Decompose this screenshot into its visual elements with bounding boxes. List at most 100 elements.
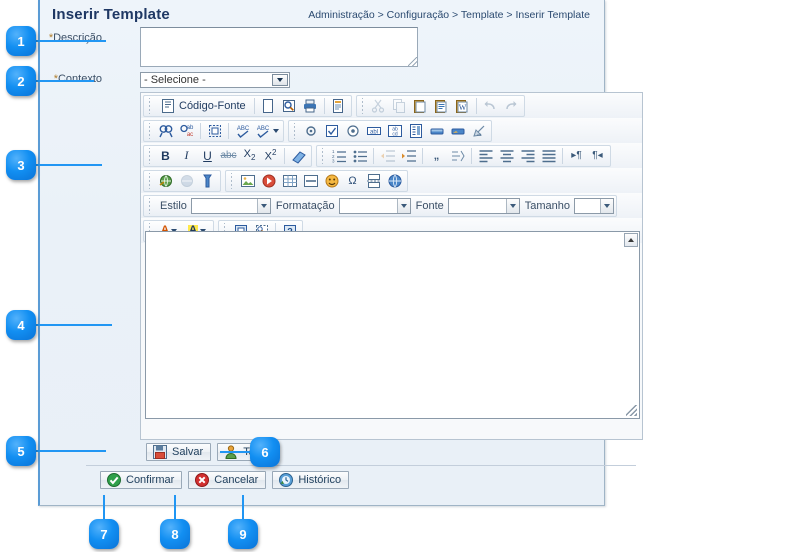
find-icon[interactable] bbox=[155, 121, 176, 141]
scroll-up-button[interactable] bbox=[624, 233, 638, 247]
toolbar-row-1: Código-Fonte W bbox=[141, 93, 642, 118]
preview-icon[interactable] bbox=[279, 96, 300, 116]
unlink-icon[interactable] bbox=[176, 171, 197, 191]
italic-icon[interactable]: I bbox=[176, 146, 197, 166]
paste-from-word-icon[interactable]: W bbox=[452, 96, 473, 116]
paste-icon[interactable] bbox=[410, 96, 431, 116]
redo-icon[interactable] bbox=[501, 96, 522, 116]
cancel-icon bbox=[194, 472, 210, 488]
special-char-icon[interactable]: Ω bbox=[342, 171, 363, 191]
select-all-icon[interactable] bbox=[204, 121, 225, 141]
checkbox-icon[interactable] bbox=[321, 121, 342, 141]
toolbar-group-1-1: Código-Fonte bbox=[143, 95, 352, 117]
hidden-field-icon[interactable]: cd bbox=[468, 121, 489, 141]
historico-button[interactable]: Histórico bbox=[272, 471, 349, 489]
indent-icon[interactable] bbox=[398, 146, 419, 166]
spellcheck-icon[interactable]: ABC bbox=[232, 121, 253, 141]
form-icon[interactable] bbox=[300, 121, 321, 141]
undo-icon[interactable] bbox=[480, 96, 501, 116]
align-right-icon[interactable] bbox=[517, 146, 538, 166]
align-center-icon[interactable] bbox=[496, 146, 517, 166]
textarea-icon[interactable]: abcd bbox=[384, 121, 405, 141]
cancelar-button-label: Cancelar bbox=[214, 474, 258, 486]
page-break-icon[interactable] bbox=[363, 171, 384, 191]
button-icon[interactable] bbox=[426, 121, 447, 141]
toolbar-group-4-2: Ω bbox=[225, 170, 408, 192]
drag-grip-icon[interactable] bbox=[228, 173, 235, 189]
outdent-icon[interactable] bbox=[377, 146, 398, 166]
drag-grip-icon[interactable] bbox=[146, 173, 153, 189]
replace-icon[interactable]: abac bbox=[176, 121, 197, 141]
drag-grip-icon[interactable] bbox=[146, 198, 153, 214]
salvar-button-label: Salvar bbox=[172, 446, 203, 458]
descricao-field[interactable] bbox=[140, 27, 418, 67]
print-icon[interactable] bbox=[300, 96, 321, 116]
chevron-down-icon[interactable] bbox=[506, 199, 519, 213]
strike-icon[interactable]: abc bbox=[218, 146, 239, 166]
new-page-icon[interactable] bbox=[258, 96, 279, 116]
size-combo[interactable] bbox=[574, 198, 614, 214]
table-icon[interactable] bbox=[279, 171, 300, 191]
font-combo[interactable] bbox=[448, 198, 520, 214]
iframe-icon[interactable] bbox=[384, 171, 405, 191]
style-combo[interactable] bbox=[191, 198, 271, 214]
numbered-list-icon[interactable]: 123 bbox=[328, 146, 349, 166]
callout-badge-1: 1 bbox=[6, 26, 36, 56]
select-field-icon[interactable] bbox=[405, 121, 426, 141]
paste-text-icon[interactable] bbox=[431, 96, 452, 116]
toolbar-separator bbox=[284, 148, 285, 164]
image-button-icon[interactable] bbox=[447, 121, 468, 141]
subscript-icon[interactable]: X2 bbox=[239, 146, 260, 166]
align-justify-icon[interactable] bbox=[538, 146, 559, 166]
text-direction-rtl-icon[interactable]: ¶◂ bbox=[587, 146, 608, 166]
svg-text:ac: ac bbox=[186, 132, 192, 138]
text-direction-ltr-icon[interactable]: ▸¶ bbox=[566, 146, 587, 166]
smiley-icon[interactable] bbox=[321, 171, 342, 191]
create-div-icon[interactable] bbox=[447, 146, 468, 166]
bulleted-list-icon[interactable] bbox=[349, 146, 370, 166]
radio-icon[interactable] bbox=[342, 121, 363, 141]
confirmar-button[interactable]: Confirmar bbox=[100, 471, 182, 489]
toolbar-row-4: Ω bbox=[141, 168, 642, 193]
callout-badge-2: 2 bbox=[6, 66, 36, 96]
chevron-down-icon[interactable] bbox=[273, 129, 279, 133]
cancelar-button[interactable]: Cancelar bbox=[188, 471, 266, 489]
horizontal-rule-icon[interactable] bbox=[300, 171, 321, 191]
underline-icon[interactable]: U bbox=[197, 146, 218, 166]
blockquote-icon[interactable]: „ bbox=[426, 146, 447, 166]
align-left-icon[interactable] bbox=[475, 146, 496, 166]
flash-icon[interactable] bbox=[258, 171, 279, 191]
anchor-icon[interactable] bbox=[197, 171, 218, 191]
drag-grip-icon[interactable] bbox=[319, 148, 326, 164]
callout-badge-5: 5 bbox=[6, 436, 36, 466]
source-icon[interactable]: Código-Fonte bbox=[155, 96, 251, 116]
text-field-icon[interactable]: abl bbox=[363, 121, 384, 141]
drag-grip-icon[interactable] bbox=[146, 123, 153, 139]
superscript-icon[interactable]: X2 bbox=[260, 146, 281, 166]
contexto-select[interactable]: - Selecione - bbox=[140, 72, 290, 88]
chevron-down-icon[interactable] bbox=[397, 199, 410, 213]
drag-grip-icon[interactable] bbox=[291, 123, 298, 139]
spellcheck-options-icon[interactable]: ABC bbox=[253, 121, 281, 141]
callout-badge-7: 7 bbox=[89, 519, 119, 549]
link-icon[interactable] bbox=[155, 171, 176, 191]
image-icon[interactable] bbox=[237, 171, 258, 191]
bold-icon[interactable]: B bbox=[155, 146, 176, 166]
drag-grip-icon[interactable] bbox=[146, 148, 153, 164]
chevron-down-icon[interactable] bbox=[257, 199, 270, 213]
chevron-down-icon[interactable] bbox=[600, 199, 613, 213]
toolbar-separator bbox=[254, 98, 255, 114]
drag-grip-icon[interactable] bbox=[359, 98, 366, 114]
remove-format-icon[interactable] bbox=[288, 146, 309, 166]
salvar-button[interactable]: Salvar bbox=[146, 443, 211, 461]
templates-icon[interactable] bbox=[328, 96, 349, 116]
chevron-down-icon[interactable] bbox=[272, 74, 288, 86]
copy-icon[interactable] bbox=[389, 96, 410, 116]
editor-resize-grip[interactable] bbox=[626, 405, 637, 416]
form-panel: Inserir Template Administração > Configu… bbox=[38, 0, 605, 506]
drag-grip-icon[interactable] bbox=[146, 98, 153, 114]
cut-icon[interactable] bbox=[368, 96, 389, 116]
editor-content[interactable] bbox=[145, 231, 640, 419]
source-button-label: Código-Fonte bbox=[179, 100, 246, 112]
format-combo[interactable] bbox=[339, 198, 411, 214]
